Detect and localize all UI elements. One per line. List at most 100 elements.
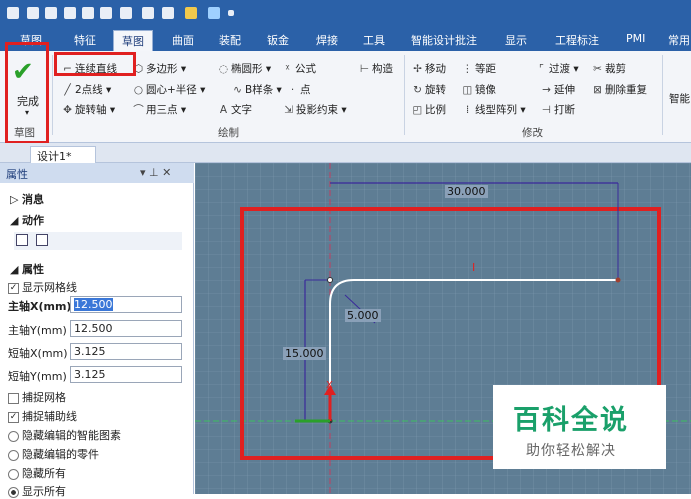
break-button[interactable]: ⊣ 打断	[541, 102, 575, 117]
trim-button[interactable]: ✂ 裁剪	[592, 61, 626, 76]
two-point-line-button[interactable]: ╱ 2点线 ▾	[62, 82, 111, 97]
pattern-icon: ⁞	[465, 104, 470, 116]
offset-button[interactable]: ⋮ 等距	[462, 61, 496, 76]
major-y-input[interactable]: 12.500	[70, 320, 182, 337]
text-button[interactable]: A 文字	[218, 102, 252, 117]
linear-pattern-button[interactable]: ⁞ 线型阵列 ▾	[462, 102, 526, 117]
tab-engineering[interactable]: 工程标注	[555, 32, 599, 48]
fillet-button[interactable]: ⌜ 过渡 ▾	[536, 61, 579, 76]
mirror-button[interactable]: ◫ 镜像	[462, 82, 496, 97]
radio-icon	[8, 468, 19, 480]
app-icon[interactable]	[7, 7, 19, 19]
watermark-title: 百科全说	[513, 405, 629, 436]
hide-parts-radio[interactable]: 隐藏编辑的零件	[8, 446, 99, 462]
sketch-point[interactable]	[615, 277, 621, 283]
tab-feature[interactable]: 特征	[74, 32, 96, 48]
extend-icon: →	[542, 84, 551, 96]
rotate-button[interactable]: ↻ 旋转	[412, 82, 446, 97]
new-icon[interactable]	[27, 7, 39, 19]
group-label-modify: 修改	[522, 127, 543, 139]
panel-header: 属性 ▾ ⊥ ✕	[0, 163, 194, 183]
bspline-button[interactable]: ∿ B样条 ▾	[232, 82, 282, 97]
tab-surface[interactable]: 曲面	[172, 32, 194, 48]
checkbox-empty-icon	[8, 392, 19, 404]
delete-duplicate-button[interactable]: ⊠ 删除重复	[592, 82, 647, 97]
projection-constraint-button[interactable]: ⇲ 投影约束 ▾	[283, 102, 347, 117]
tab-assembly[interactable]: 装配	[219, 32, 241, 48]
formula-button[interactable]: ᵡ 公式	[282, 61, 316, 76]
ellipse-button[interactable]: ◌ 椭圆形 ▾	[218, 61, 271, 76]
tab-smart-annotation[interactable]: 智能设计批注	[411, 32, 477, 48]
major-x-label: 主轴X(mm)	[8, 300, 72, 313]
sketch-point[interactable]	[327, 277, 333, 283]
checkbox-checked-icon: ✓	[8, 411, 19, 423]
tab-sheetmetal[interactable]: 钣金	[267, 32, 289, 48]
hide-smart-radio[interactable]: 隐藏编辑的智能图素	[8, 427, 121, 443]
rotation-axis-button[interactable]: ✥ 旋转轴 ▾	[62, 102, 115, 117]
import-icon[interactable]	[82, 7, 94, 19]
ribbon-separator	[404, 55, 405, 135]
rotate-icon: ↻	[413, 84, 422, 96]
radio-selected-icon	[8, 486, 19, 498]
ellipse-icon: ◌	[218, 63, 229, 75]
minor-x-input[interactable]: 3.125	[70, 343, 182, 360]
scale-button[interactable]: ◰ 比例	[412, 102, 446, 117]
minor-x-label: 短轴X(mm)	[8, 347, 68, 360]
mirror-icon: ◫	[462, 84, 473, 96]
properties-section[interactable]: ◢ 属性	[10, 261, 44, 277]
fillet-icon: ⌜	[539, 63, 544, 75]
major-x-input[interactable]: 12.500	[70, 296, 182, 313]
dimension-radius[interactable]: 5.000	[345, 309, 381, 322]
move-button[interactable]: ✢ 移动	[412, 61, 446, 76]
show-grid-checkbox[interactable]: ✓ 显示网格线	[8, 279, 77, 295]
minor-y-label: 短轴Y(mm)	[8, 370, 67, 383]
actions-toolbar	[14, 232, 182, 250]
sparkle-icon[interactable]	[208, 7, 220, 19]
extend-button[interactable]: → 延伸	[541, 82, 575, 97]
two-point-line-icon: ╱	[64, 84, 71, 96]
panel-controls[interactable]: ▾ ⊥ ✕	[140, 166, 171, 179]
delete-duplicate-icon: ⊠	[593, 84, 602, 96]
design-element-icon[interactable]	[185, 7, 197, 19]
actions-section[interactable]: ◢ 动作	[10, 212, 44, 228]
scissors-icon: ✂	[593, 63, 602, 75]
redo-icon[interactable]	[162, 7, 174, 19]
undo-icon[interactable]	[142, 7, 154, 19]
tab-pmi[interactable]: PMI	[626, 32, 645, 45]
tab-weld[interactable]: 焊接	[316, 32, 338, 48]
dimension-horizontal[interactable]: 30.000	[445, 185, 488, 198]
tab-common[interactable]: 常用	[668, 32, 690, 48]
mail-icon[interactable]	[64, 7, 76, 19]
save-icon[interactable]	[120, 7, 132, 19]
quick-access-toolbar	[0, 0, 691, 28]
snap-grid-checkbox[interactable]: 捕捉网格	[8, 389, 66, 405]
minor-y-input[interactable]: 3.125	[70, 366, 182, 383]
snap-aux-checkbox[interactable]: ✓ 捕捉辅助线	[8, 408, 77, 424]
table-icon[interactable]	[35, 234, 48, 246]
open-icon[interactable]	[45, 7, 57, 19]
point-button[interactable]: · 点	[287, 82, 311, 97]
construct-button[interactable]: ⊢ 构造	[359, 61, 393, 76]
dropdown-icon[interactable]	[228, 10, 234, 16]
ribbon-separator	[52, 55, 53, 135]
bspline-icon: ∿	[233, 84, 242, 96]
messages-section[interactable]: ▷ 消息	[10, 191, 44, 207]
three-point-button[interactable]: ⌒ 用三点 ▾	[133, 102, 186, 117]
break-icon: ⊣	[541, 104, 552, 116]
dimension-vertical[interactable]: 15.000	[283, 347, 326, 360]
hide-all-radio[interactable]: 隐藏所有	[8, 465, 66, 481]
done-label: 完成	[17, 95, 39, 108]
tab-tools[interactable]: 工具	[363, 32, 385, 48]
tab-display[interactable]: 显示	[505, 32, 527, 48]
show-all-radio[interactable]: 显示所有	[8, 483, 66, 499]
polygon-button[interactable]: ⬡ 多边形 ▾	[133, 61, 186, 76]
tab-design1[interactable]: 设计1* ✕	[30, 146, 96, 177]
tab-sketch[interactable]: 草图	[113, 30, 153, 51]
center-radius-button[interactable]: ○ 圆心+半径 ▾	[133, 82, 206, 97]
rotation-axis-icon: ✥	[63, 104, 72, 116]
export-icon[interactable]	[100, 7, 112, 19]
highlight-continuous-line	[54, 52, 136, 76]
smart-button[interactable]: 智能	[669, 91, 690, 106]
edit-icon[interactable]	[16, 234, 28, 246]
axis-x-label: X	[326, 380, 333, 391]
